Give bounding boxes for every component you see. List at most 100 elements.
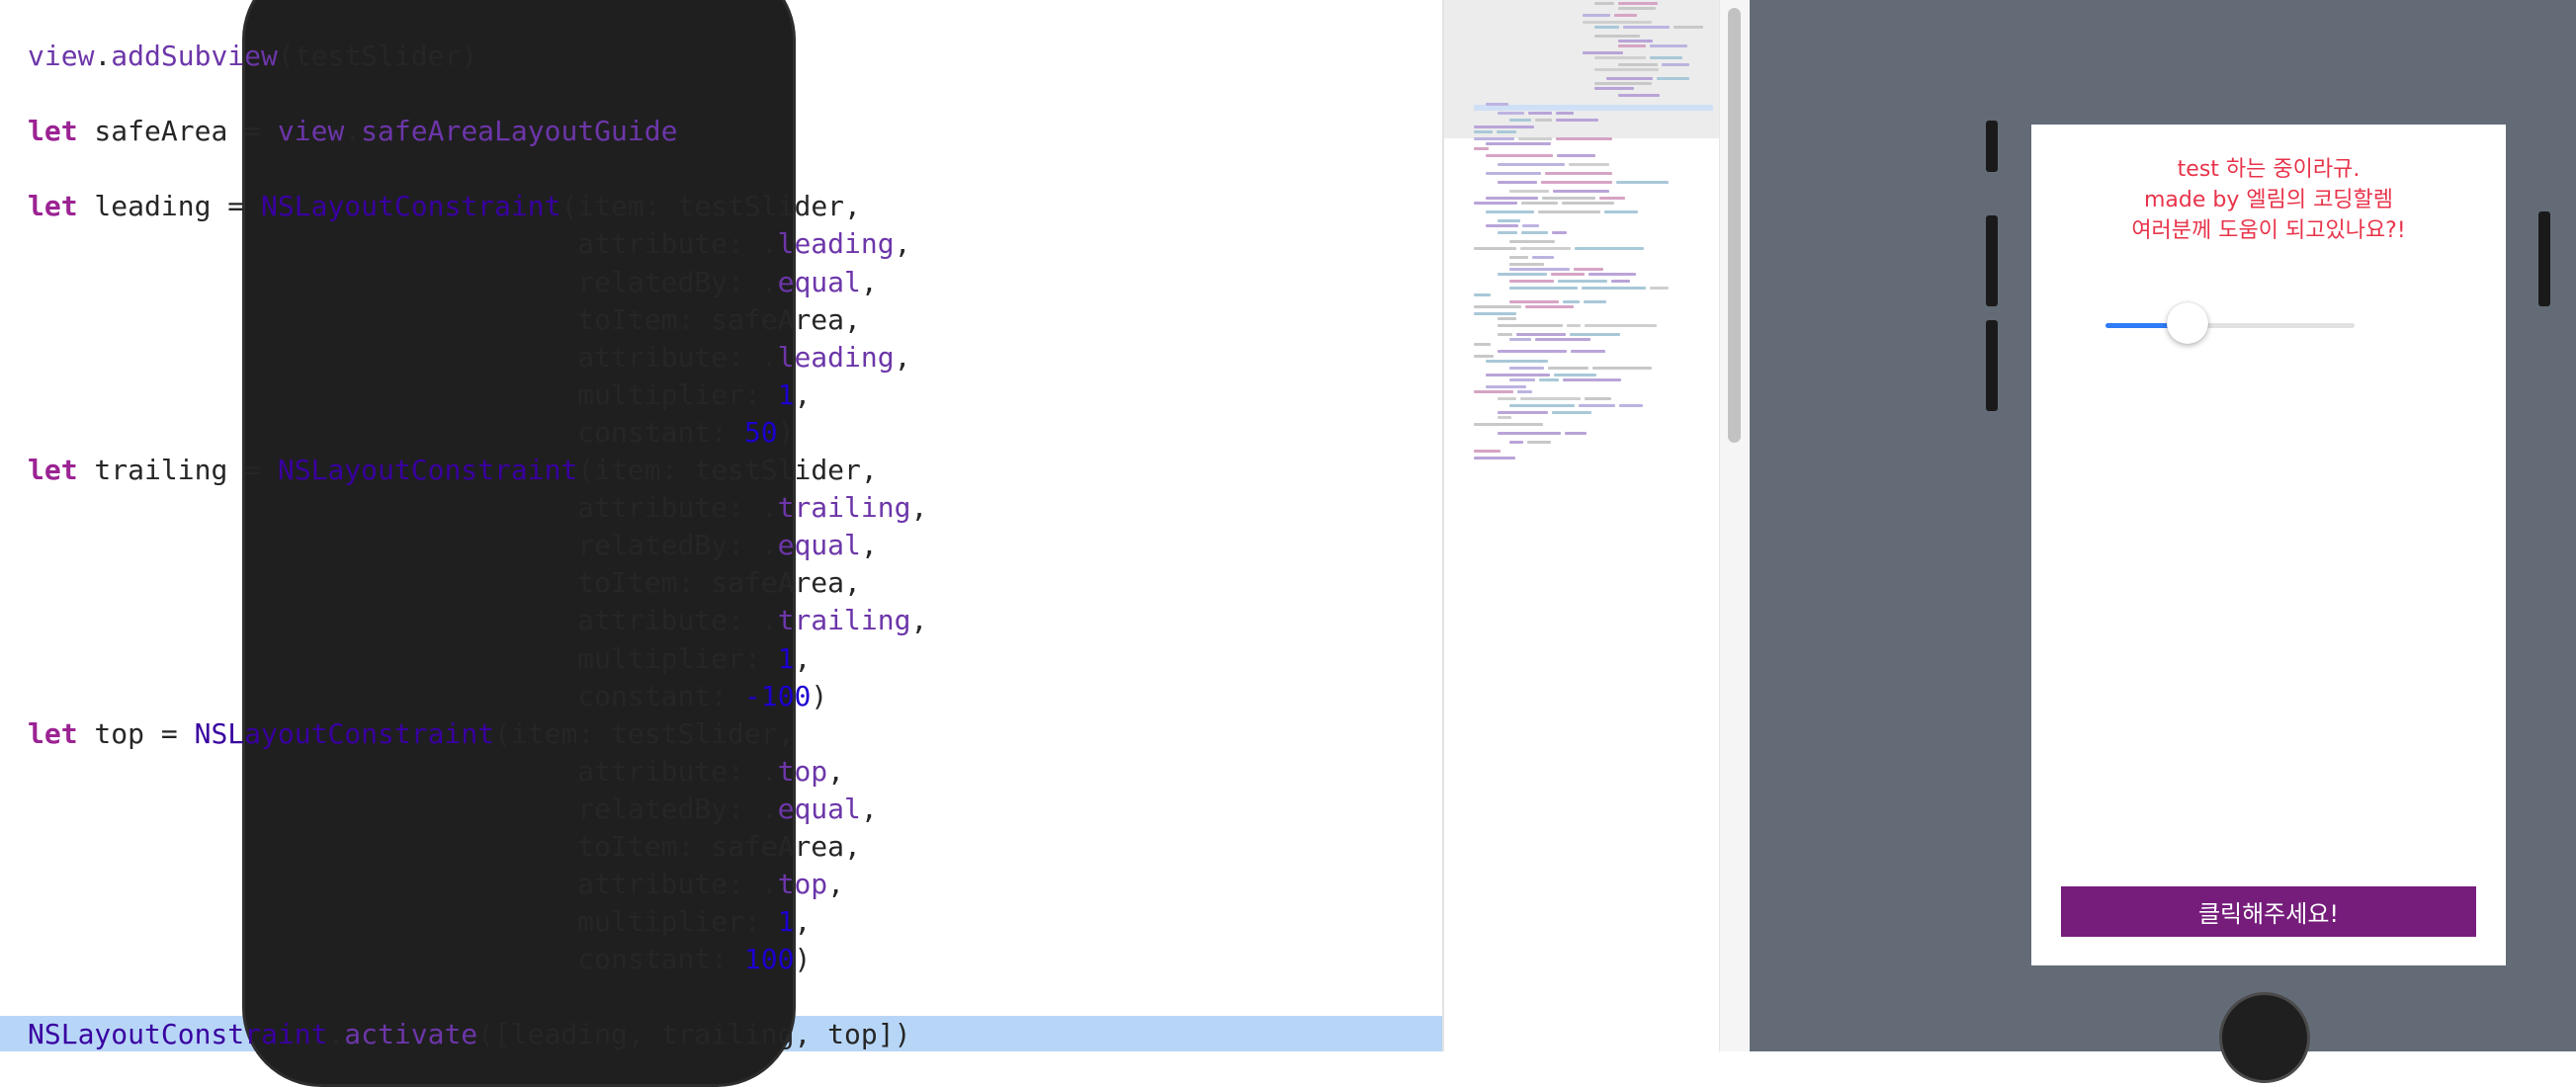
minimap-line [1618, 2, 1658, 5]
minimap-line [1474, 312, 1516, 315]
minimap-line [1520, 247, 1571, 250]
code-line[interactable]: multiplier: 1, [28, 640, 927, 678]
code-line[interactable]: let top = NSLayoutConstraint(item: testS… [28, 715, 927, 753]
code-line[interactable]: attribute: .trailing, [28, 489, 927, 527]
minimap-line [1594, 26, 1619, 29]
code-content[interactable]: view.addSubview(testSlider) let safeArea … [0, 38, 1442, 1051]
minimap-line [1474, 147, 1489, 150]
code-token: (item: testSlider, [560, 190, 861, 223]
code-line[interactable]: toItem: safeArea, [28, 564, 927, 602]
minimap-line [1498, 231, 1517, 234]
minimap-line [1474, 130, 1493, 133]
minimap-line [1498, 324, 1563, 327]
minimap-line [1509, 338, 1531, 341]
code-token: ) [794, 943, 812, 976]
code-token: (item: testSlider, [494, 716, 795, 750]
code-line[interactable]: constant: 50) [28, 414, 927, 452]
power-button[interactable] [2538, 211, 2550, 306]
silent-switch[interactable] [1986, 121, 1998, 172]
code-token: constant: [28, 943, 744, 976]
minimap-line [1520, 397, 1581, 400]
code-line[interactable]: multiplier: 1, [28, 376, 927, 414]
minimap-line [1594, 87, 1634, 90]
volume-down-button[interactable] [1986, 320, 1998, 411]
minimap-line [1619, 404, 1643, 407]
code-line[interactable]: relatedBy: .equal, [28, 527, 927, 564]
minimap-line [1674, 26, 1703, 29]
minimap-line [1594, 35, 1640, 38]
minimap-line [1532, 256, 1554, 259]
minimap-line [1604, 210, 1638, 213]
code-line[interactable]: let trailing = NSLayoutConstraint(item: … [28, 452, 927, 489]
code-token: ) [777, 415, 795, 449]
code-line[interactable]: constant: -100) [28, 678, 927, 715]
minimap-line [1585, 324, 1657, 327]
code-token: attribute: . [28, 227, 778, 261]
code-line[interactable]: multiplier: 1, [28, 903, 927, 941]
minimap[interactable] [1442, 0, 1721, 1051]
minimap-line [1486, 360, 1548, 363]
minimap-line [1538, 210, 1600, 213]
code-line[interactable]: constant: 100) [28, 941, 927, 978]
code-token: . [344, 115, 362, 148]
code-token: . [94, 40, 112, 72]
code-line[interactable]: NSLayoutConstraint.activate([leading, tr… [0, 1016, 1442, 1051]
code-token: attribute: . [28, 340, 778, 374]
minimap-line [1486, 142, 1551, 145]
code-token: , [860, 265, 878, 298]
minimap-line [1474, 450, 1501, 453]
minimap-line [1509, 367, 1544, 370]
code-line[interactable]: attribute: .trailing, [28, 602, 927, 639]
code-token: , [794, 905, 812, 939]
code-line[interactable]: attribute: .top, [28, 866, 927, 903]
code-line[interactable]: attribute: .leading, [28, 225, 927, 263]
code-token: equal [777, 529, 861, 562]
minimap-line [1517, 390, 1532, 393]
minimap-line [1516, 333, 1566, 336]
minimap-line [1539, 378, 1559, 381]
code-token: , [860, 792, 878, 825]
code-token: multiplier: [28, 641, 778, 675]
minimap-line [1606, 77, 1653, 80]
minimap-line [1556, 137, 1612, 140]
minimap-line [1618, 94, 1660, 97]
minimap-line [1474, 343, 1491, 346]
code-line[interactable]: attribute: .leading, [28, 339, 927, 376]
home-button[interactable] [2219, 992, 2310, 1083]
code-token: addSubview [111, 40, 278, 72]
code-line[interactable]: toItem: safeArea, [28, 828, 927, 866]
minimap-line [1554, 374, 1596, 376]
scrollbar-thumb[interactable] [1728, 8, 1741, 443]
test-slider[interactable] [2105, 323, 2355, 328]
minimap-line [1509, 256, 1528, 259]
code-line[interactable]: toItem: safeArea, [28, 301, 927, 339]
minimap-line [1657, 77, 1689, 80]
code-token: 1 [777, 905, 795, 939]
minimap-line [1567, 324, 1581, 327]
code-token: , [794, 377, 812, 411]
minimap-line [1545, 172, 1612, 175]
code-token: multiplier: [28, 377, 778, 411]
minimap-line [1509, 378, 1535, 381]
volume-up-button[interactable] [1986, 215, 1998, 306]
minimap-line [1535, 119, 1552, 122]
code-token: trailing = [77, 454, 278, 487]
minimap-line [1574, 268, 1603, 271]
code-token: attribute: . [28, 491, 778, 525]
code-token: , [827, 868, 845, 901]
minimap-line [1556, 112, 1574, 115]
minimap-line [1618, 7, 1656, 10]
code-line[interactable]: let leading = NSLayoutConstraint(item: t… [28, 188, 927, 225]
tap-button[interactable]: 클릭해주세요! [2061, 886, 2476, 937]
code-line[interactable]: relatedBy: .equal, [28, 264, 927, 301]
minimap-line [1474, 137, 1514, 140]
minimap-line [1614, 14, 1637, 17]
code-token: constant: [28, 679, 744, 712]
editor-scrollbar[interactable] [1719, 0, 1751, 1051]
minimap-line [1474, 390, 1513, 393]
code-line[interactable]: attribute: .top, [28, 753, 927, 791]
code-line[interactable]: relatedBy: .equal, [28, 791, 927, 828]
minimap-line [1474, 247, 1516, 250]
code-token: , [910, 604, 928, 637]
slider-thumb[interactable] [2167, 302, 2209, 344]
